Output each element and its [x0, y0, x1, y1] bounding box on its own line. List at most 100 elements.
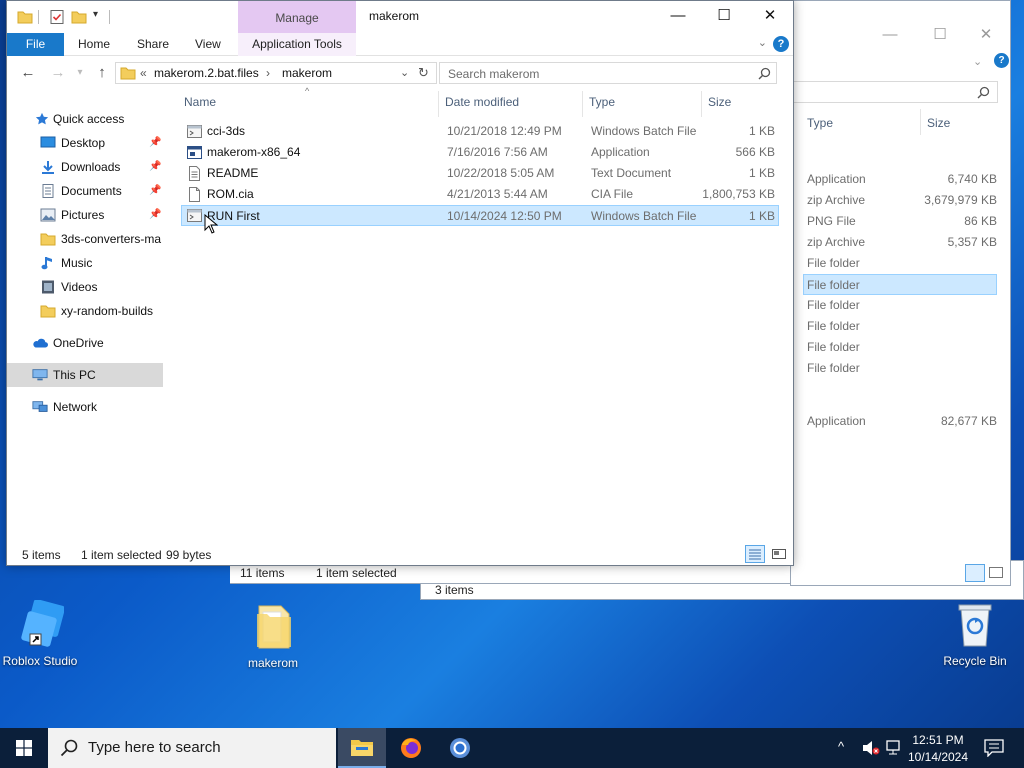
file-row[interactable]: README 10/22/2018 5:05 AM Text Document …	[181, 163, 779, 184]
search-icon[interactable]	[758, 67, 771, 80]
tab-file[interactable]: File	[7, 33, 64, 56]
back1-row[interactable]: Application 82,677 KB	[807, 411, 997, 432]
file-explorer-window[interactable]: ▾ Manage makerom — ☐ ✕ File Home Share V…	[6, 0, 794, 566]
taskbar-app-file-explorer[interactable]	[338, 728, 386, 768]
volume-muted-icon[interactable]	[862, 740, 880, 756]
back1-row[interactable]: File folder	[807, 337, 997, 358]
breadcrumb-segment[interactable]: makerom	[282, 66, 332, 80]
start-button[interactable]	[0, 728, 48, 768]
minimize-button[interactable]: —	[655, 1, 701, 31]
column-header-name[interactable]: Name	[184, 95, 216, 109]
file-list: ^ Name Date modified Type Size cci-3ds 1…	[177, 86, 785, 539]
back1-minimize-button[interactable]: —	[875, 21, 905, 49]
back1-row[interactable]: File folder	[807, 316, 997, 337]
back1-column-type[interactable]: Type	[807, 116, 833, 130]
help-icon[interactable]: ?	[773, 36, 789, 52]
back1-help-icon[interactable]: ?	[994, 53, 1009, 68]
sidebar-item-desktop[interactable]: Desktop 📌	[7, 131, 163, 155]
back1-row[interactable]: File folder	[807, 358, 997, 379]
background-window-1[interactable]: — ☐ ✕ ⌄ ? Type Size Application 6,740 KB …	[790, 0, 1011, 586]
search-box[interactable]: Search makerom	[439, 62, 777, 84]
sidebar-item-3ds-converters[interactable]: 3ds-converters-ma	[7, 227, 163, 251]
clock-time[interactable]: 12:51 PM	[906, 733, 970, 747]
row-type: File folder	[807, 319, 860, 333]
window-title: makerom	[369, 9, 420, 23]
large-icons-view-button[interactable]	[769, 545, 789, 563]
star-icon	[35, 112, 49, 125]
maximize-button[interactable]: ☐	[701, 1, 747, 31]
sidebar-item-downloads[interactable]: Downloads 📌	[7, 155, 163, 179]
breadcrumb-chevron-icon[interactable]: ›	[266, 66, 270, 80]
back1-large-icons-view-button[interactable]	[989, 567, 1003, 578]
show-hidden-icons-chevron-icon[interactable]: ^	[838, 739, 844, 754]
back1-row[interactable]: PNG File 86 KB	[807, 211, 997, 232]
back1-row[interactable]: zip Archive 3,679,979 KB	[807, 190, 997, 211]
back1-column-size[interactable]: Size	[927, 116, 950, 130]
sidebar-item-this-pc[interactable]: This PC	[7, 363, 163, 387]
back1-details-view-button[interactable]	[965, 564, 985, 582]
sidebar-item-pictures[interactable]: Pictures 📌	[7, 203, 163, 227]
sort-ascending-icon: ^	[305, 86, 310, 96]
tab-share[interactable]: Share	[124, 33, 182, 56]
refresh-icon[interactable]: ↻	[418, 65, 429, 81]
taskbar-app-chrome[interactable]	[436, 728, 484, 768]
expand-ribbon-chevron-icon[interactable]: ⌄	[758, 36, 767, 49]
sidebar-item-quick-access[interactable]: Quick access	[7, 107, 163, 131]
sidebar-item-music[interactable]: Music	[7, 251, 163, 275]
clock-date[interactable]: 10/14/2024	[906, 750, 970, 764]
tab-home[interactable]: Home	[65, 33, 123, 56]
address-dropdown-chevron-icon[interactable]: ⌄	[400, 66, 409, 79]
taskbar-search-box[interactable]: Type here to search	[48, 728, 336, 768]
file-row[interactable]: ROM.cia 4/21/2013 5:44 AM CIA File 1,800…	[181, 184, 779, 205]
taskbar-app-firefox[interactable]	[387, 728, 435, 768]
up-arrow-icon[interactable]: ↑	[91, 63, 113, 83]
title-bar[interactable]: ▾ Manage makerom — ☐ ✕	[7, 1, 793, 33]
desktop-icon-roblox-studio[interactable]: Roblox Studio	[0, 599, 80, 668]
back1-row[interactable]: File folder	[807, 253, 997, 274]
back1-row[interactable]: File folder	[807, 295, 997, 316]
new-folder-icon[interactable]	[71, 9, 87, 25]
back-arrow-icon[interactable]: ←	[17, 63, 39, 83]
column-header-date-modified[interactable]: Date modified	[445, 95, 519, 109]
back1-search-box[interactable]	[791, 81, 998, 103]
file-row[interactable]: makerom-x86_64 7/16/2016 7:56 AM Applica…	[181, 142, 779, 163]
sidebar-item-network[interactable]: Network	[7, 395, 163, 419]
tab-application-tools[interactable]: Application Tools	[238, 33, 356, 56]
back1-close-button[interactable]: ✕	[971, 21, 1001, 49]
back1-maximize-button[interactable]: ☐	[925, 21, 955, 49]
back1-row[interactable]: zip Archive 5,357 KB	[807, 232, 997, 253]
address-bar[interactable]: « makerom.2.bat.files › makerom ⌄ ↻	[115, 62, 437, 84]
breadcrumb-segment[interactable]: makerom.2.bat.files	[154, 66, 259, 80]
details-view-button[interactable]	[745, 545, 765, 563]
back1-ribbon-chevron-icon[interactable]: ⌄	[973, 55, 982, 68]
recent-locations-chevron-icon[interactable]: ▾	[69, 63, 91, 83]
desktop-icon-makerom[interactable]: makerom	[233, 602, 313, 670]
column-separator	[438, 91, 439, 117]
network-status-icon[interactable]	[886, 740, 904, 756]
column-separator	[701, 91, 702, 117]
notifications-icon[interactable]	[984, 739, 1004, 757]
file-row-selected[interactable]: RUN First 10/14/2024 12:50 PM Windows Ba…	[181, 205, 779, 226]
pin-icon: 📌	[149, 185, 162, 196]
sidebar-item-videos[interactable]: Videos	[7, 275, 163, 299]
column-header-size[interactable]: Size	[708, 95, 731, 109]
properties-icon[interactable]	[49, 9, 65, 25]
sidebar-item-xy-random-builds[interactable]: xy-random-builds	[7, 299, 163, 323]
address-overflow[interactable]: «	[140, 66, 147, 80]
back1-row-selected[interactable]: File folder	[803, 274, 997, 295]
contextual-tab-manage[interactable]: Manage	[238, 1, 356, 33]
firefox-icon	[401, 738, 421, 758]
customize-quick-access-icon[interactable]: ▾	[93, 9, 98, 20]
file-row[interactable]: cci-3ds 10/21/2018 12:49 PM Windows Batc…	[181, 121, 779, 142]
sidebar-item-onedrive[interactable]: OneDrive	[7, 331, 163, 355]
folder-icon[interactable]	[17, 9, 33, 25]
column-header-type[interactable]: Type	[589, 95, 615, 109]
desktop-icon-recycle-bin[interactable]: Recycle Bin	[935, 600, 1015, 668]
back1-row[interactable]: Application 6,740 KB	[807, 169, 997, 190]
tab-view[interactable]: View	[182, 33, 234, 56]
batch-file-icon	[187, 209, 202, 222]
sidebar-item-documents[interactable]: Documents 📌	[7, 179, 163, 203]
forward-arrow-icon[interactable]: →	[47, 63, 69, 83]
close-button[interactable]: ✕	[747, 1, 793, 31]
row-type: File folder	[807, 256, 860, 270]
